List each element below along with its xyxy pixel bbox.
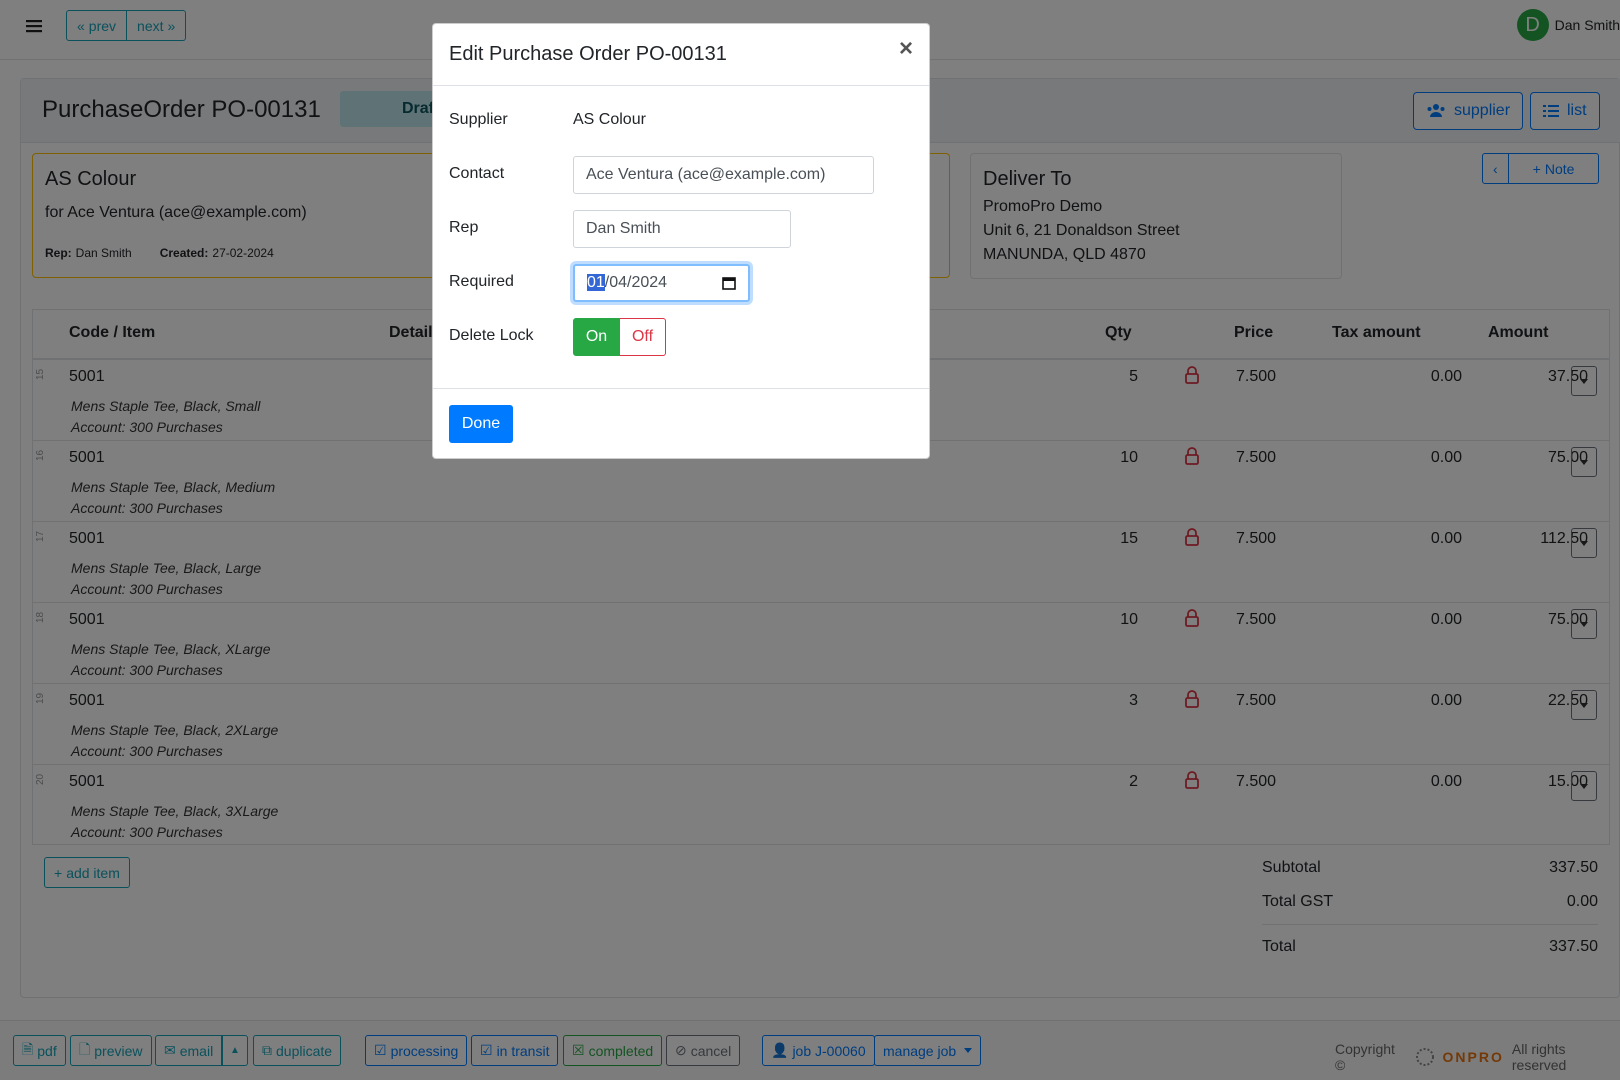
rep-label: Rep [449,219,479,236]
edit-po-modal: Edit Purchase Order PO-00131 × Supplier … [432,23,930,459]
supplier-label: Supplier [449,111,508,128]
calendar-icon[interactable] [722,276,736,290]
close-icon[interactable]: × [899,35,913,63]
modal-footer-divider [433,388,929,389]
modal-header-divider [433,85,929,86]
delete-lock-label: Delete Lock [449,327,534,344]
rep-field[interactable]: Dan Smith [573,210,791,248]
done-button[interactable]: Done [449,405,513,443]
date-rest: /04/2024 [604,274,668,291]
contact-field[interactable]: Ace Ventura (ace@example.com) [573,156,874,194]
rep-value: Dan Smith [586,220,661,237]
lock-on-button[interactable]: On [573,318,620,356]
contact-value: Ace Ventura (ace@example.com) [586,166,826,183]
delete-lock-toggle: On Off [573,318,666,356]
modal-title: Edit Purchase Order PO-00131 [449,43,727,65]
date-text: 01/04/2024 [587,274,667,292]
required-label: Required [449,273,514,290]
lock-off-button[interactable]: Off [620,318,666,356]
contact-label: Contact [449,165,505,182]
required-date-input[interactable]: 01/04/2024 [573,264,750,302]
supplier-value: AS Colour [573,111,646,128]
date-day-segment: 01 [587,274,605,291]
